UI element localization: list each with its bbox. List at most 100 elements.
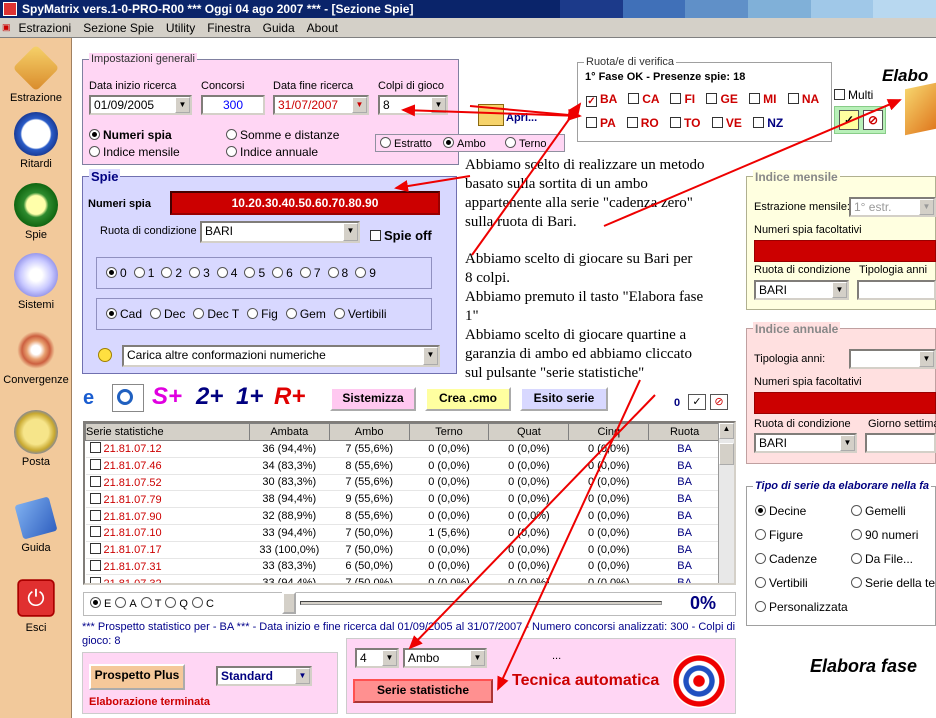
row-checkbox[interactable] <box>89 475 101 487</box>
row-checkbox[interactable] <box>89 509 101 521</box>
spie-off-checkbox[interactable]: Spie off <box>370 228 432 243</box>
open-link[interactable]: Apri... <box>506 112 537 124</box>
digit-radio-1[interactable]: 1 <box>133 266 154 280</box>
checkbox[interactable] <box>834 89 845 100</box>
tipo-gemelli[interactable]: Gemelli <box>851 504 906 518</box>
tipo-serie-option[interactable]: Da File... <box>851 552 913 566</box>
checkbox[interactable] <box>628 93 640 104</box>
checkbox[interactable]: ✓ <box>586 96 597 107</box>
concorsi-field[interactable]: 300 <box>201 95 265 115</box>
sidebar-item-guida[interactable]: Guida <box>0 496 72 554</box>
chevron-down-icon[interactable]: ▼ <box>840 435 855 451</box>
digit-radio-7[interactable]: 7 <box>299 266 321 280</box>
radio-terno[interactable]: Terno <box>505 137 547 150</box>
tipo-decine[interactable]: Decine <box>755 504 806 518</box>
s-plus-button[interactable]: S+ <box>152 383 182 411</box>
table-row[interactable]: 21.81.07.17 33 (100,0%) 7 (50,0%) 0 (0,0%) 0… <box>85 541 721 559</box>
tipo-serie-option[interactable]: Serie della te <box>851 576 935 590</box>
radio-dot[interactable] <box>161 267 173 278</box>
column-header[interactable]: Ruota <box>648 423 721 441</box>
numeri-spia-field[interactable]: 10.20.30.40.50.60.70.80.90 <box>170 191 440 215</box>
wheel-pa[interactable]: PA <box>586 116 615 130</box>
radio-dot[interactable] <box>755 505 766 516</box>
radio-dot[interactable] <box>505 137 516 148</box>
chevron-down-icon[interactable]: ▼ <box>423 347 438 365</box>
row-checkbox[interactable] <box>89 492 101 504</box>
tipo-serie-option[interactable]: 90 numeri <box>851 528 918 542</box>
table-row[interactable]: 21.81.07.46 34 (83,3%) 8 (55,6%) 0 (0,0%) 0 … <box>85 457 721 475</box>
two-plus-button[interactable]: 2+ <box>196 383 223 411</box>
checkbox[interactable] <box>787 93 799 104</box>
radio-indice-annuale[interactable]: Indice annuale <box>226 145 318 159</box>
radio-dot[interactable] <box>191 597 203 608</box>
cancel-icon[interactable]: ⊘ <box>710 394 728 410</box>
sistemizza-button[interactable]: Sistemizza <box>330 387 416 411</box>
progress-option-q[interactable]: Q <box>165 597 188 610</box>
mensile-ruota-combo[interactable]: BARI ▼ <box>754 280 849 300</box>
chevron-down-icon[interactable]: ▼ <box>919 199 934 215</box>
tipo-figure[interactable]: Figure <box>755 528 803 542</box>
one-plus-button[interactable]: 1+ <box>236 383 263 411</box>
wheel-ba[interactable]: ✓ BA <box>586 92 617 107</box>
checkbox[interactable] <box>711 117 723 128</box>
annuale-facoltativi-field[interactable] <box>754 392 936 414</box>
mensile-facoltativi-field[interactable] <box>754 240 936 262</box>
table-row[interactable]: 21.81.07.90 32 (88,9%) 8 (55,6%) 0 (0,0%) 0 … <box>85 507 721 525</box>
estrazione-mensile-combo[interactable]: 1° estr. ▼ <box>849 197 936 217</box>
tipo-da-file-[interactable]: Da File... <box>851 552 913 566</box>
tipo-serie-option[interactable]: Personalizzata <box>755 600 848 614</box>
radio-dot[interactable] <box>165 597 177 608</box>
radio-dot[interactable] <box>285 308 297 319</box>
menu-guida[interactable]: Guida <box>257 21 301 35</box>
standard-combo[interactable]: Standard ▼ <box>216 666 312 686</box>
checkbox[interactable] <box>370 230 381 241</box>
esito-serie-button[interactable]: Esito serie <box>520 387 608 411</box>
tipo-serie-option[interactable]: Vertibili <box>755 576 808 590</box>
radio-dot[interactable] <box>333 308 345 319</box>
radio-dot[interactable] <box>755 553 766 564</box>
sidebar-item-convergenze[interactable]: Convergenze <box>0 328 72 386</box>
progress-option-t[interactable]: T <box>140 597 161 610</box>
progress-option-a[interactable]: A <box>115 597 137 610</box>
tipo-90-numeri[interactable]: 90 numeri <box>851 528 918 542</box>
elabora-fase-label[interactable]: Elabora fase <box>810 656 917 677</box>
annuale-ruota-combo[interactable]: BARI ▼ <box>754 433 857 453</box>
checkbox[interactable] <box>626 117 638 128</box>
cancel-icon[interactable]: ⊘ <box>863 110 883 130</box>
tipo-serie-option[interactable]: Decine <box>755 504 806 518</box>
checkbox[interactable] <box>753 117 765 128</box>
radio-dot[interactable] <box>106 308 117 319</box>
column-header[interactable]: Quat <box>488 423 570 441</box>
tipo-serie-option[interactable]: Gemelli <box>851 504 906 518</box>
table-row[interactable]: 21.81.07.31 33 (83,3%) 6 (50,0%) 0 (0,0%) 0 … <box>85 558 721 576</box>
table-row[interactable]: 21.81.07.12 36 (94,4%) 7 (55,6%) 0 (0,0%) 0 … <box>85 440 721 458</box>
sidebar-item-posta[interactable]: Posta <box>0 410 72 468</box>
radio-dot[interactable] <box>89 146 100 157</box>
column-header[interactable]: Terno <box>408 423 490 441</box>
chevron-down-icon[interactable]: ▼ <box>352 97 367 113</box>
radio-dot[interactable] <box>355 267 367 278</box>
folder-icon[interactable] <box>478 104 504 126</box>
radio-indice-mensile[interactable]: Indice mensile <box>89 145 180 159</box>
table-row[interactable]: 21.81.07.10 33 (94,4%) 7 (50,0%) 1 (5,6%) 0 … <box>85 524 721 542</box>
radio-dot[interactable] <box>90 597 101 608</box>
row-checkbox[interactable] <box>89 526 101 538</box>
column-header[interactable]: Ambo <box>328 423 410 441</box>
type-radio-cad[interactable]: Cad <box>106 307 142 321</box>
row-checkbox[interactable] <box>89 559 101 571</box>
row-checkbox[interactable] <box>89 543 101 555</box>
num-combo[interactable]: 4 ▼ <box>355 648 399 668</box>
menu-finestra[interactable]: Finestra <box>201 21 256 35</box>
radio-dot[interactable] <box>89 129 100 140</box>
radio-dot[interactable] <box>216 267 228 278</box>
radio-dot[interactable] <box>851 553 862 564</box>
row-checkbox[interactable] <box>89 442 101 454</box>
start-date-combo[interactable]: 01/09/2005 ▼ <box>89 95 192 115</box>
digit-radio-6[interactable]: 6 <box>272 266 293 280</box>
radio-dot[interactable] <box>106 267 117 278</box>
column-header[interactable]: Cinq <box>568 423 650 441</box>
annuale-giorno-field[interactable] <box>865 433 936 453</box>
radio-dot[interactable] <box>133 267 145 278</box>
conformazioni-combo[interactable]: Carica altre conformazioni numeriche ▼ <box>122 345 440 367</box>
column-header[interactable]: Serie statistiche <box>85 423 250 441</box>
